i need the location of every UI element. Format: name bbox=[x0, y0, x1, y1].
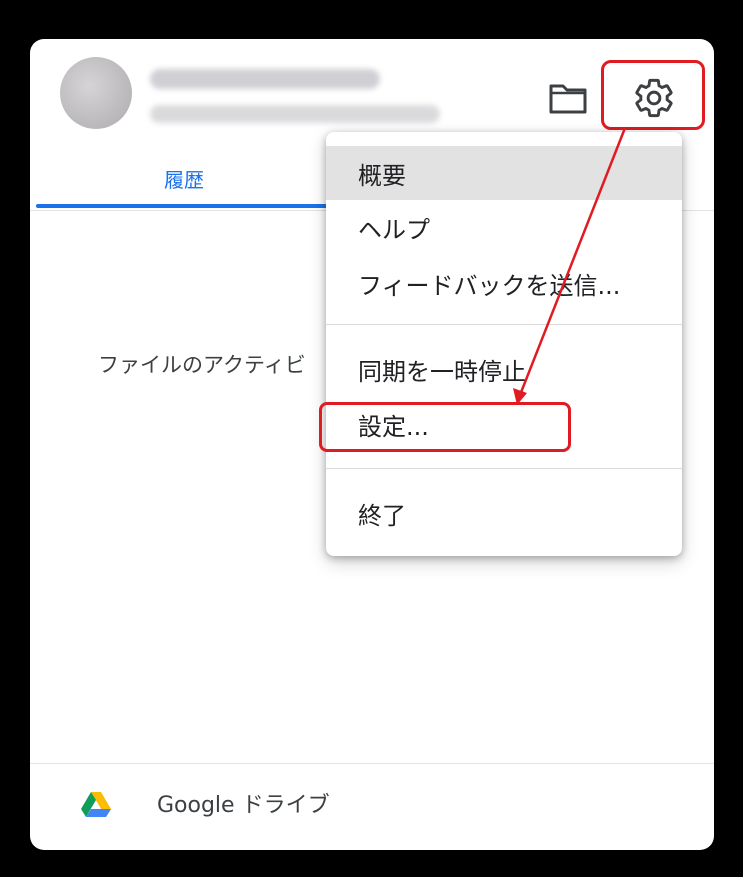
menu-item-label: フィードバックを送信... bbox=[358, 271, 621, 300]
activity-empty-text: ファイルのアクティビ bbox=[98, 353, 306, 377]
menu-item-label: 終了 bbox=[358, 501, 406, 530]
menu-item-about[interactable]: 概要 bbox=[326, 146, 682, 200]
menu-item-label: 概要 bbox=[358, 161, 406, 190]
menu-divider bbox=[326, 324, 682, 325]
tab-history-label: 履歴 bbox=[164, 167, 204, 192]
folder-icon[interactable] bbox=[548, 81, 588, 115]
menu-item-pause-sync[interactable]: 同期を一時停止 bbox=[326, 342, 682, 396]
footer-divider bbox=[30, 763, 714, 764]
gear-annotation-highlight bbox=[601, 60, 705, 130]
menu-divider bbox=[326, 468, 682, 469]
avatar[interactable] bbox=[60, 57, 132, 129]
settings-menu: 概要 ヘルプ フィードバックを送信... 同期を一時停止 設定... 終了 bbox=[326, 132, 682, 556]
footer-app-name: Google ドライブ bbox=[157, 793, 330, 818]
settings-annotation-highlight bbox=[319, 402, 571, 452]
account-email-redacted bbox=[150, 105, 440, 123]
tab-history[interactable]: 履歴 bbox=[34, 149, 334, 207]
google-drive-logo bbox=[81, 792, 111, 817]
menu-item-help[interactable]: ヘルプ bbox=[326, 200, 682, 254]
menu-item-label: 同期を一時停止 bbox=[358, 357, 526, 386]
tab-active-indicator bbox=[36, 204, 334, 208]
account-name-redacted bbox=[150, 69, 380, 89]
menu-item-label: ヘルプ bbox=[358, 215, 430, 244]
menu-item-send-feedback[interactable]: フィードバックを送信... bbox=[326, 256, 682, 310]
menu-item-quit[interactable]: 終了 bbox=[326, 486, 682, 540]
